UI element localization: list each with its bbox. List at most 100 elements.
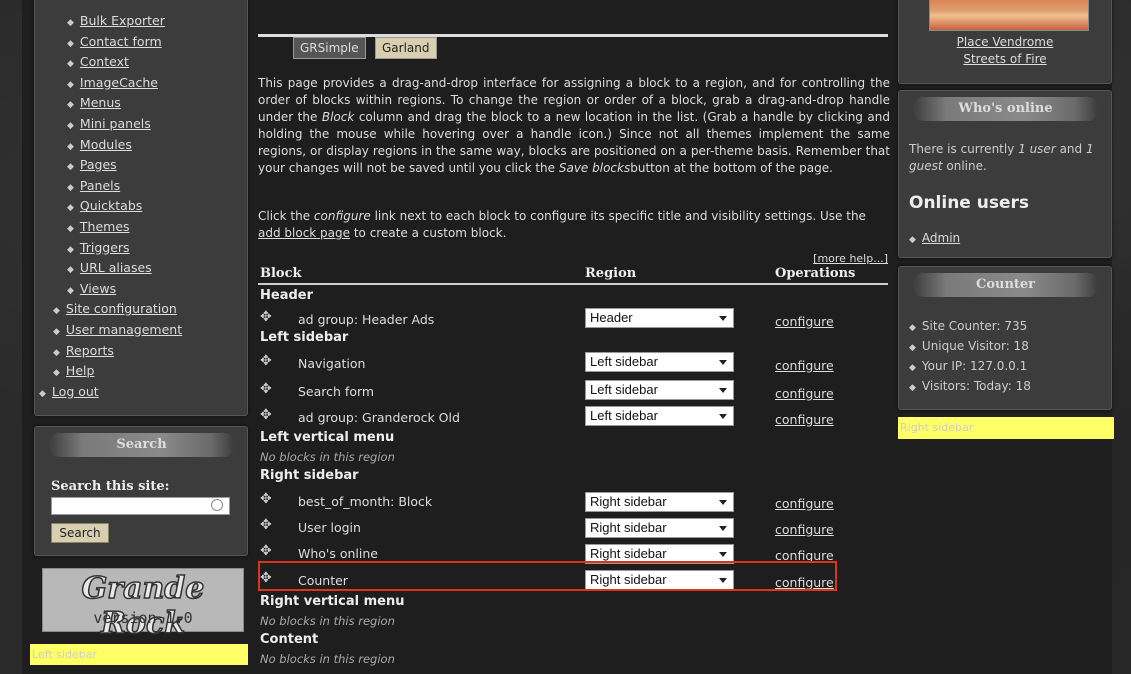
counter-block: Counter ◆ Site Counter: 735 ◆ Unique Visit… bbox=[898, 266, 1112, 410]
nav-link[interactable]: URL aliases bbox=[80, 260, 152, 275]
help-text: Click the bbox=[258, 209, 314, 223]
nav-item: ◆ Reports bbox=[53, 341, 114, 361]
configure-link[interactable]: configure bbox=[775, 496, 834, 511]
nav-link[interactable]: Bulk Exporter bbox=[80, 13, 165, 28]
drag-handle-icon[interactable]: ✥ bbox=[260, 492, 274, 506]
nav-link[interactable]: Themes bbox=[80, 219, 130, 234]
nav-link[interactable]: Help bbox=[66, 363, 95, 378]
nav-link[interactable]: Contact form bbox=[80, 34, 162, 49]
nav-item: ◆ URL aliases bbox=[67, 258, 152, 278]
grande-rock-logo: Grande Rock version 1.0 bbox=[42, 568, 244, 642]
region-title: Left sidebar bbox=[260, 330, 349, 345]
bullet-icon: ◆ bbox=[53, 327, 60, 337]
whos-online-title: Who's online bbox=[913, 97, 1098, 121]
region-select[interactable]: Left sidebar bbox=[585, 380, 734, 400]
region-select[interactable]: Right sidebar bbox=[585, 492, 734, 512]
nav-item: ◆ ImageCache bbox=[67, 73, 158, 93]
nav-link[interactable]: Modules bbox=[80, 137, 132, 152]
bullet-icon: ◆ bbox=[67, 265, 74, 276]
nav-item: ◆ Modules bbox=[67, 135, 132, 155]
online-user-link-admin[interactable]: Admin bbox=[922, 231, 960, 245]
left-sidebar-region-marker: Left sidebar bbox=[30, 644, 248, 665]
bullet-icon: ◆ bbox=[67, 79, 74, 90]
nav-link[interactable]: Pages bbox=[80, 157, 117, 172]
bullet-icon: ◆ bbox=[67, 224, 74, 234]
table-header-divider bbox=[258, 283, 888, 285]
configure-link[interactable]: configure bbox=[775, 386, 834, 401]
bullet-icon: ◆ bbox=[909, 235, 916, 245]
gallery-image[interactable] bbox=[929, 0, 1089, 31]
bullet-icon: ◆ bbox=[67, 121, 74, 131]
configure-link[interactable]: configure bbox=[775, 412, 834, 427]
nav-link[interactable]: User management bbox=[66, 322, 182, 337]
bullet-icon: ◆ bbox=[909, 323, 916, 333]
search-button[interactable]: Search bbox=[51, 523, 109, 543]
logo-subtitle: version 1.0 bbox=[93, 609, 193, 627]
region-select-value: Left sidebar bbox=[590, 408, 658, 423]
region-select[interactable]: Header bbox=[585, 308, 734, 328]
bullet-icon: ◆ bbox=[67, 244, 74, 255]
bullet-icon: ◆ bbox=[67, 38, 74, 49]
configure-link[interactable]: configure bbox=[775, 358, 834, 373]
drag-handle-icon[interactable]: ✥ bbox=[260, 354, 274, 368]
region-select-value: Header bbox=[590, 310, 633, 325]
nav-link[interactable]: Panels bbox=[80, 178, 120, 193]
nav-link[interactable]: Mini panels bbox=[80, 116, 151, 131]
nav-link[interactable]: Quicktabs bbox=[80, 198, 142, 213]
help-text: button at the bottom of the page. bbox=[630, 161, 833, 175]
region-select-value: Left sidebar bbox=[590, 382, 658, 397]
drag-handle-icon[interactable]: ✥ bbox=[260, 310, 274, 324]
whos-online-block: Who's online There is currently 1 user a… bbox=[898, 90, 1112, 258]
configure-link[interactable]: configure bbox=[775, 314, 834, 329]
chevron-down-icon bbox=[719, 414, 727, 419]
region-title: Left vertical menu bbox=[260, 430, 395, 445]
bullet-icon: ◆ bbox=[909, 343, 916, 353]
nav-link[interactable]: Context bbox=[80, 54, 129, 69]
add-block-page-link[interactable]: add block page bbox=[258, 226, 350, 240]
help-text-paragraph-2: Click the configure link next to each bl… bbox=[258, 208, 890, 242]
region-select[interactable]: Left sidebar bbox=[585, 352, 734, 372]
tab-grsimple[interactable]: GRSimple bbox=[293, 37, 366, 59]
drag-handle-icon[interactable]: ✥ bbox=[260, 518, 274, 532]
bullet-icon: ◆ bbox=[67, 285, 74, 296]
tab-garland[interactable]: Garland bbox=[375, 37, 437, 59]
nav-link[interactable]: Menus bbox=[80, 95, 121, 110]
region-select[interactable]: Left sidebar bbox=[585, 406, 734, 426]
navigation-block: ◆ Bulk Exporter ◆ Contact form ◆ Context ◆ Imag… bbox=[34, 0, 248, 416]
nav-item: ◆ User management bbox=[53, 320, 182, 340]
counter-item-text: Visitors: Today: 18 bbox=[921, 379, 1031, 393]
gallery-link-place-vendrome[interactable]: Place Vendrome bbox=[899, 35, 1111, 49]
nav-link[interactable]: Site configuration bbox=[66, 301, 177, 316]
drag-handle-icon[interactable]: ✥ bbox=[260, 544, 274, 558]
nav-link[interactable]: Reports bbox=[66, 343, 114, 358]
drag-handle-icon[interactable]: ✥ bbox=[260, 382, 274, 396]
online-user-item: ◆ Admin bbox=[909, 231, 960, 245]
search-input[interactable] bbox=[51, 497, 230, 515]
nav-link[interactable]: Log out bbox=[52, 384, 99, 399]
more-help-link[interactable]: [more help...] bbox=[813, 252, 888, 265]
main-content: GRSimple Garland This page provides a dr… bbox=[258, 0, 890, 674]
whos-online-text-part: online. bbox=[942, 159, 987, 173]
help-text-paragraph-1: This page provides a drag-and-drop inter… bbox=[258, 75, 890, 177]
nav-link[interactable]: ImageCache bbox=[80, 75, 158, 90]
whos-online-text: There is currently 1 user and 1 guest on… bbox=[909, 141, 1109, 175]
bullet-icon: ◆ bbox=[67, 203, 74, 214]
drag-handle-icon[interactable]: ✥ bbox=[260, 408, 274, 422]
gallery-link-streets-of-fire[interactable]: Streets of Fire bbox=[899, 52, 1111, 66]
configure-link[interactable]: configure bbox=[775, 522, 834, 537]
region-select-value: Right sidebar bbox=[590, 520, 667, 535]
nav-link[interactable]: Triggers bbox=[80, 240, 130, 255]
region-title: Header bbox=[260, 288, 314, 303]
nav-item: ◆ Pages bbox=[67, 155, 117, 175]
counter-item: ◆ Unique Visitor: 18 bbox=[909, 339, 1029, 353]
block-name: Who's online bbox=[298, 546, 378, 561]
region-select[interactable]: Right sidebar bbox=[585, 518, 734, 538]
bullet-icon: ◆ bbox=[67, 141, 74, 152]
block-name: ad group: Header Ads bbox=[298, 312, 435, 327]
bullet-icon: ◆ bbox=[67, 59, 74, 70]
block-name: best_of_month: Block bbox=[298, 494, 433, 509]
help-text-emphasis: Save blocks bbox=[558, 161, 631, 175]
nav-link[interactable]: Views bbox=[80, 281, 116, 296]
nav-item: ◆ Bulk Exporter bbox=[67, 11, 165, 31]
online-users-title: Online users bbox=[909, 193, 1030, 213]
